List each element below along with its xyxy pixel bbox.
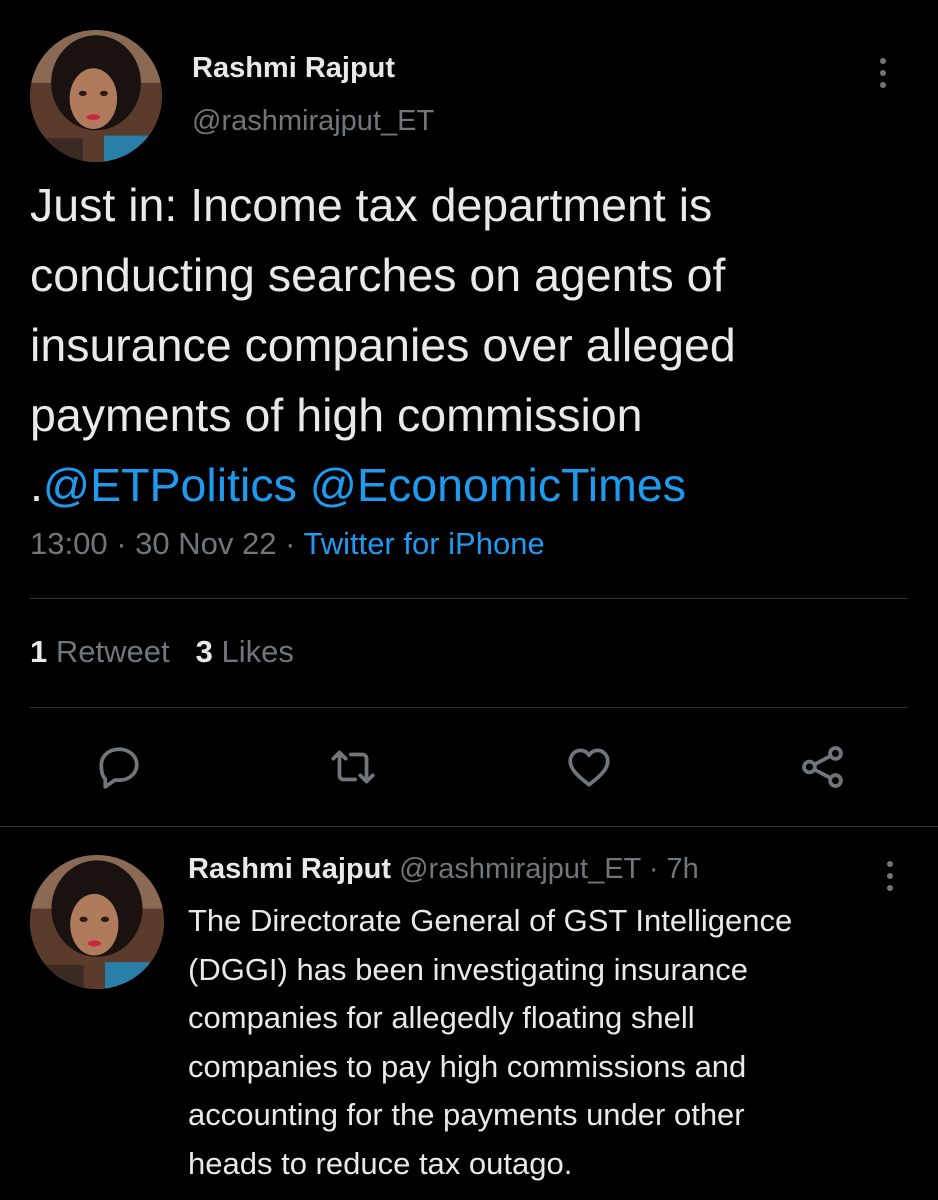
tweet-source[interactable]: Twitter for iPhone xyxy=(303,526,544,561)
reply-text-line: The Directorate General of GST Intellige… xyxy=(188,903,793,938)
author-name[interactable]: Rashmi Rajput xyxy=(188,853,391,885)
reply-text-line: companies for allegedly floating shell xyxy=(188,1000,695,1035)
meta-separator: · xyxy=(640,853,667,885)
retweet-icon[interactable] xyxy=(328,742,378,792)
tweet-date[interactable]: 30 Nov 22 xyxy=(135,526,276,561)
meta-separator: · xyxy=(107,526,136,561)
author-name[interactable]: Rashmi Rajput xyxy=(192,52,395,85)
avatar[interactable] xyxy=(30,30,162,162)
divider xyxy=(30,707,908,708)
more-options-icon[interactable] xyxy=(884,861,896,891)
tweet-text-line: insurance companies over alleged xyxy=(30,319,736,371)
mention-etpolitics[interactable]: @ETPolitics xyxy=(43,459,297,511)
retweet-count: 1 xyxy=(30,634,48,669)
author-handle[interactable]: @rashmirajput_ET xyxy=(192,105,434,138)
retweet-label: Retweet xyxy=(55,634,170,669)
reply-icon[interactable] xyxy=(94,742,144,792)
tweet-text: Just in: Income tax department is conduc… xyxy=(30,170,910,520)
reply-text-line: accounting for the payments under other xyxy=(188,1097,745,1132)
retweet-stat[interactable]: 1 Retweet xyxy=(30,634,170,669)
mention-economictimes[interactable]: @EconomicTimes xyxy=(310,459,686,511)
reply-header: Rashmi Rajput @rashmirajput_ET · 7h xyxy=(188,853,699,886)
reply-text-line: companies to pay high commissions and xyxy=(188,1048,747,1084)
meta-separator: · xyxy=(276,526,304,561)
avatar[interactable] xyxy=(30,855,164,989)
reply-text: The Directorate General of GST Intellige… xyxy=(188,897,918,1188)
reply-text-line: (DGGI) has been investigating insurance xyxy=(188,951,749,987)
like-icon[interactable] xyxy=(564,742,614,792)
tweet-time[interactable]: 13:00 xyxy=(30,526,108,561)
likes-stat[interactable]: 3 Likes xyxy=(196,634,294,669)
reply-tweet[interactable]: Rashmi Rajput @rashmirajput_ET · 7h The … xyxy=(0,827,938,1200)
main-tweet: Rashmi Rajput @rashmirajput_ET Just in: … xyxy=(0,0,938,826)
tweet-age[interactable]: 7h xyxy=(667,853,699,885)
author-handle[interactable]: @rashmirajput_ET xyxy=(399,853,641,885)
more-options-icon[interactable] xyxy=(877,58,889,88)
reply-text-line: heads to reduce tax outago. xyxy=(188,1145,573,1181)
tweet-text-line: payments of high commission xyxy=(30,389,643,441)
likes-label: Likes xyxy=(221,634,294,669)
share-icon[interactable] xyxy=(798,742,848,792)
tweet-meta: 13:00 · 30 Nov 22 · Twitter for iPhone xyxy=(30,526,545,562)
avatar-photo xyxy=(30,855,164,989)
tweet-mentions-line: .@ETPolitics @EconomicTimes xyxy=(30,450,910,520)
avatar-photo xyxy=(30,30,162,162)
tweet-text-line: Just in: Income tax department is xyxy=(30,179,713,231)
like-count: 3 xyxy=(195,634,213,669)
text-prefix: . xyxy=(30,459,43,511)
divider xyxy=(30,598,908,599)
engagement-stats: 1 Retweet 3 Likes xyxy=(30,634,294,670)
tweet-text-line: conducting searches on agents of xyxy=(30,249,726,301)
